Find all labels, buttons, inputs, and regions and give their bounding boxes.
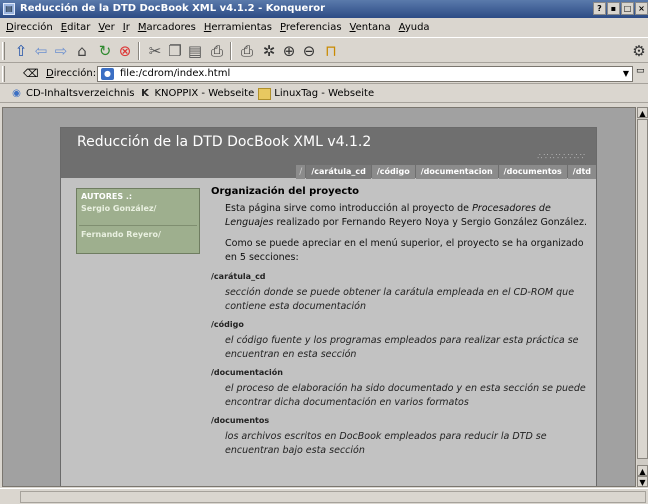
security-icon[interactable]: ✲	[258, 40, 280, 62]
knoppix-icon: K	[141, 87, 149, 99]
help-button[interactable]: ?	[593, 2, 606, 15]
window-menu-icon[interactable]: ▤	[3, 3, 15, 15]
menu-marcadores[interactable]: Marcadores	[134, 22, 200, 33]
scroll-up-icon[interactable]: ▲	[637, 107, 648, 118]
status-bar	[0, 488, 648, 504]
section-term: /carátula_cd	[211, 272, 266, 281]
menu-ir[interactable]: Ir	[119, 22, 134, 33]
paste-icon[interactable]: ▤	[184, 40, 206, 62]
page-body: AUTORES .: Sergio González/ Fernando Rey…	[61, 180, 596, 486]
toolbar-grip[interactable]	[2, 42, 5, 60]
page-viewport: Reducción de la DTD DocBook XML v4.1.2 ∴…	[2, 107, 636, 487]
top-nav: / /carátula_cd /código /documentacion /d…	[61, 164, 596, 180]
section-description: sección donde se puede obtener la carátu…	[225, 287, 575, 312]
scroll-up-icon[interactable]: ▲	[637, 465, 648, 476]
nav-documentacion[interactable]: /documentacion	[415, 165, 498, 179]
menu-ventana[interactable]: Ventana	[346, 22, 395, 33]
go-button[interactable]: ▭	[636, 66, 648, 82]
chevron-down-icon[interactable]: ▼	[620, 67, 632, 81]
forward-arrow-icon[interactable]: ⇨	[50, 40, 72, 62]
author-link[interactable]: Fernando Reyero/	[81, 230, 161, 239]
menu-ayuda[interactable]: Ayuda	[395, 22, 434, 33]
throbber-icon[interactable]: ⚙	[628, 40, 648, 62]
window-title: Reducción de la DTD DocBook XML v4.1.2 -…	[20, 3, 326, 14]
sidebar-header: AUTORES .:	[81, 192, 133, 201]
authors-sidebar: AUTORES .: Sergio González/ Fernando Rey…	[76, 188, 200, 254]
intro-paragraph: Como se puede apreciar en el menú superi…	[225, 238, 584, 263]
nav-dtd[interactable]: /dtd	[567, 165, 596, 179]
section-term: /documentación	[211, 368, 283, 377]
main-content: Organización del proyecto Esta página si…	[211, 186, 589, 462]
content-heading: Organización del proyecto	[211, 186, 359, 197]
home-icon[interactable]: ⌂	[71, 40, 93, 62]
cut-icon[interactable]: ✂	[144, 40, 166, 62]
bookmark-item[interactable]: ◉ CD-Inhaltsverzeichnis	[10, 88, 134, 100]
konqueror-window: ▤ Reducción de la DTD DocBook XML v4.1.2…	[0, 0, 648, 504]
menu-preferencias[interactable]: Preferencias	[276, 22, 346, 33]
status-text-area	[20, 491, 646, 503]
print-frame-icon[interactable]: ⎙	[236, 40, 258, 62]
bookmark-item[interactable]: LinuxTag - Webseite	[258, 87, 374, 100]
zoom-in-icon[interactable]: ⊕	[278, 40, 300, 62]
minimize-button[interactable]: ▪	[607, 2, 620, 15]
section-description: el proceso de elaboración ha sido docume…	[225, 383, 586, 408]
up-arrow-icon[interactable]: ⇧	[10, 40, 32, 62]
author-link[interactable]: Sergio González/	[81, 204, 156, 213]
menu-bar: Dirección Editar Ver Ir Marcadores Herra…	[0, 18, 648, 36]
back-arrow-icon[interactable]: ⇦	[30, 40, 52, 62]
menu-herramientas[interactable]: Herramientas	[200, 22, 276, 33]
nav-codigo[interactable]: /código	[371, 165, 415, 179]
menu-ver[interactable]: Ver	[94, 22, 118, 33]
location-toolbar: ⌫ Dirección: ● file:/cdrom/index.html ▼ …	[0, 64, 648, 84]
location-value: file:/cdrom/index.html	[120, 68, 231, 79]
toolbar-separator	[138, 42, 140, 60]
copy-icon[interactable]: ❐	[164, 40, 186, 62]
location-label: Dirección:	[46, 68, 97, 79]
vertical-scrollbar[interactable]: ▲ ▲ ▼	[637, 107, 648, 487]
print-icon[interactable]: ⎙	[206, 40, 228, 62]
section-description: los archivos escritos en DocBook emplead…	[225, 431, 547, 456]
page-favicon-icon: ●	[101, 68, 114, 80]
page-title: Reducción de la DTD DocBook XML v4.1.2	[77, 134, 372, 150]
scroll-down-icon[interactable]: ▼	[637, 476, 648, 487]
section-description: el código fuente y los programas emplead…	[225, 335, 579, 360]
location-input[interactable]: ● file:/cdrom/index.html	[97, 66, 633, 82]
folder-icon	[258, 87, 272, 100]
menu-editar[interactable]: Editar	[57, 22, 95, 33]
bookmark-toolbar: ◉ CD-Inhaltsverzeichnis K KNOPPIX - Websei…	[0, 85, 648, 103]
lock-icon[interactable]: ⊓	[320, 40, 342, 62]
decorative-dots: ∴∵∴∵∴∵∴∵	[537, 152, 586, 161]
web-page: Reducción de la DTD DocBook XML v4.1.2 ∴…	[60, 127, 597, 486]
nav-documentos[interactable]: /documentos	[498, 165, 567, 179]
intro-paragraph: Esta página sirve como introducción al p…	[225, 203, 587, 228]
section-term: /documentos	[211, 416, 270, 425]
maximize-button[interactable]: □	[621, 2, 634, 15]
zoom-out-icon[interactable]: ⊖	[298, 40, 320, 62]
sidebar-divider	[79, 225, 197, 226]
nav-separator: /	[296, 165, 306, 179]
toolbar-grip[interactable]	[2, 66, 5, 82]
toolbar-separator	[230, 42, 232, 60]
reload-icon[interactable]: ↻	[94, 40, 116, 62]
section-term: /código	[211, 320, 244, 329]
scrollbar-thumb[interactable]	[637, 119, 648, 459]
nav-caratula[interactable]: /carátula_cd	[306, 165, 371, 179]
close-button[interactable]: ×	[635, 2, 648, 15]
bookmark-item[interactable]: K KNOPPIX - Webseite	[138, 88, 254, 100]
clear-location-icon[interactable]: ⌫	[23, 67, 39, 80]
stop-icon[interactable]: ⊗	[114, 40, 136, 62]
menu-direccion[interactable]: Dirección	[2, 22, 57, 33]
main-toolbar: ⇧ ⇦ ⇨ ⌂ ↻ ⊗ ✂ ❐ ▤ ⎙ ⎙ ✲ ⊕ ⊖ ⊓ ⚙	[0, 37, 648, 63]
cd-icon: ◉	[12, 87, 21, 99]
title-bar[interactable]: ▤ Reducción de la DTD DocBook XML v4.1.2…	[0, 0, 648, 18]
